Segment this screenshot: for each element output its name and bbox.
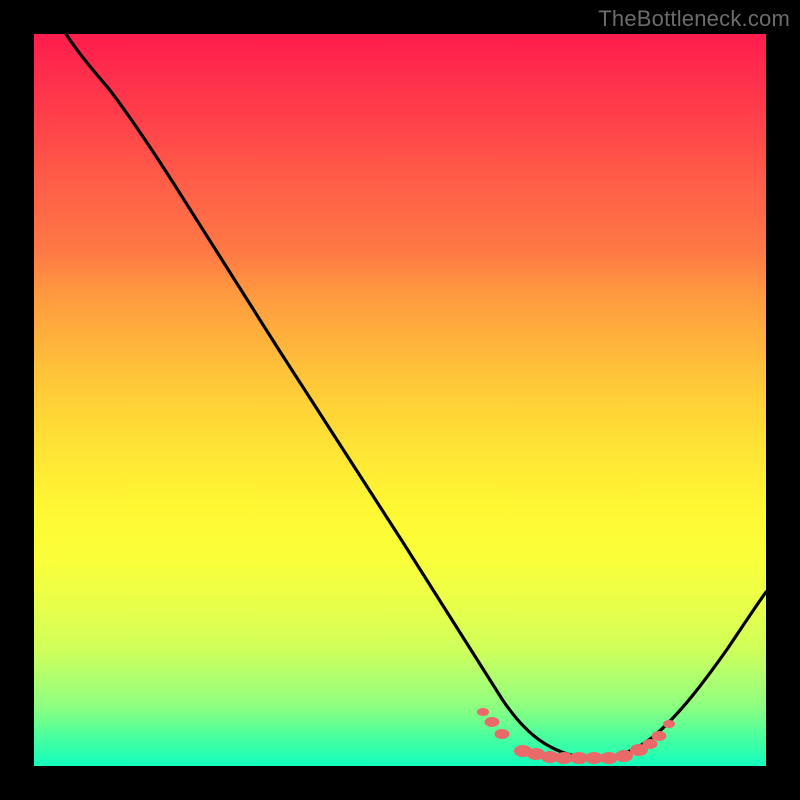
plot-area <box>34 34 766 766</box>
curve-marker <box>495 729 510 739</box>
curve-markers <box>477 708 675 764</box>
curve-marker <box>600 752 618 764</box>
chart-svg <box>34 34 766 766</box>
bottleneck-curve <box>66 34 766 758</box>
curve-marker <box>477 708 489 716</box>
curve-marker <box>643 739 658 749</box>
chart-frame: TheBottleneck.com <box>0 0 800 800</box>
watermark-label: TheBottleneck.com <box>598 6 790 32</box>
curve-marker <box>615 750 633 762</box>
curve-marker <box>485 717 500 727</box>
curve-marker <box>663 720 675 728</box>
curve-marker <box>652 731 667 741</box>
